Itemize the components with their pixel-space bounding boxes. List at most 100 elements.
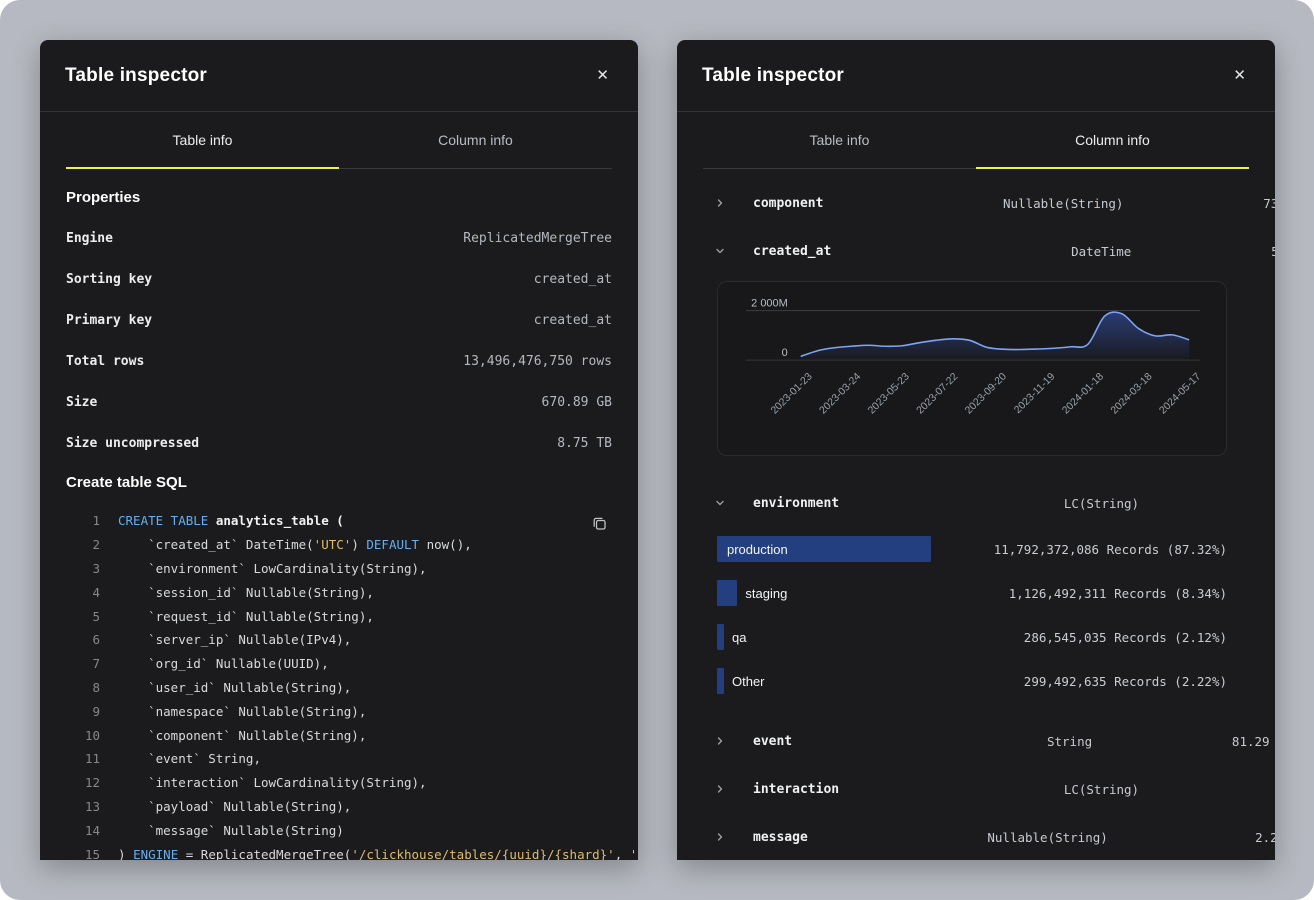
chevron-right-icon [715, 736, 725, 746]
close-button[interactable]: ✕ [1229, 64, 1250, 87]
property-value: created_at [534, 272, 612, 287]
property-value: created_at [534, 313, 612, 328]
tab-table-info[interactable]: Table info [703, 112, 976, 169]
sql-line: 5 `request_id` Nullable(String), [66, 604, 612, 628]
column-row-environment[interactable]: environmentLC(String)13.54 GB [703, 479, 1249, 527]
line-number: 3 [66, 561, 100, 576]
value-label: production [727, 542, 788, 557]
line-number: 7 [66, 656, 100, 671]
sql-code-block: 1CREATE TABLE analytics_table (2 `create… [66, 503, 612, 860]
column-name: interaction [741, 782, 839, 797]
column-name: message [741, 830, 808, 845]
dialog-header: Table inspector ✕ [40, 40, 638, 112]
chevron-down-icon [715, 246, 725, 256]
column-row-component[interactable]: componentNullable(String)73.44 GB [703, 179, 1249, 227]
value-records: 299,492,635 Records (2.22%) [1024, 674, 1227, 689]
sql-line: 8 `user_id` Nullable(String), [66, 676, 612, 700]
x-tick-label: 2023-01-23 [769, 371, 815, 416]
line-number: 4 [66, 585, 100, 600]
line-number: 8 [66, 680, 100, 695]
sql-line: 12 `interaction` LowCardinality(String), [66, 771, 612, 795]
svg-text:0: 0 [782, 347, 788, 359]
line-number: 6 [66, 632, 100, 647]
copy-sql-button[interactable] [589, 513, 610, 537]
column-name: environment [741, 496, 839, 511]
close-button[interactable]: ✕ [592, 64, 613, 87]
x-tick-label: 2023-05-23 [866, 371, 912, 416]
column-size: 2.22 TB [1108, 830, 1275, 845]
line-number: 15 [66, 847, 100, 860]
table-inspector-dialog-table-info: Table inspector ✕ Table infoColumn info … [40, 40, 638, 860]
column-row-interaction[interactable]: interactionLC(String)15.17 GB [703, 765, 1249, 813]
environment-top-values: production11,792,372,086 Records (87.32%… [703, 527, 1249, 703]
value-bar [717, 668, 724, 694]
column-type: LC(String) [839, 496, 1139, 511]
line-number: 2 [66, 537, 100, 552]
column-row-created_at[interactable]: created_atDateTime53.97 GB [703, 227, 1249, 275]
sql-lines: 1CREATE TABLE analytics_table (2 `create… [66, 509, 612, 860]
line-number: 9 [66, 704, 100, 719]
svg-text:2 000M: 2 000M [751, 298, 788, 310]
property-row: Total rows13,496,476,750 rows [66, 341, 612, 382]
line-number: 10 [66, 728, 100, 743]
tab-column-info[interactable]: Column info [976, 112, 1249, 169]
line-number: 13 [66, 799, 100, 814]
property-value: 670.89 GB [542, 395, 612, 410]
dialog-header: Table inspector ✕ [677, 40, 1275, 112]
properties-heading: Properties [66, 189, 612, 206]
property-row: EngineReplicatedMergeTree [66, 218, 612, 259]
x-tick-label: 2024-05-17 [1158, 371, 1204, 416]
property-label: Size uncompressed [66, 436, 199, 451]
columns-list: componentNullable(String)73.44 GBcreated… [703, 179, 1249, 860]
sql-line: 7 `org_id` Nullable(UUID), [66, 652, 612, 676]
chevron-right-icon [715, 784, 725, 794]
chevron-right-icon [715, 198, 725, 208]
column-type: DateTime [831, 244, 1131, 259]
column-type: Nullable(String) [808, 830, 1108, 845]
column-size: 73.44 GB [1123, 196, 1275, 211]
property-value: ReplicatedMergeTree [463, 231, 612, 246]
column-name: event [741, 734, 792, 749]
line-number: 14 [66, 823, 100, 838]
property-row: Sorting key created_at [66, 259, 612, 300]
property-row: Size 670.89 GB [66, 382, 612, 423]
line-number: 1 [66, 513, 100, 528]
x-tick-label: 2023-07-22 [915, 371, 961, 416]
column-row-event[interactable]: eventString81.29 GB [703, 717, 1249, 765]
x-tick-label: 2023-03-24 [818, 371, 864, 416]
tab-bar: Table infoColumn info [40, 112, 638, 169]
column-distribution-chart-block: 2 000M02023-01-232023-03-242023-05-23202… [717, 281, 1227, 456]
column-info-content: componentNullable(String)73.44 GBcreated… [677, 169, 1275, 860]
x-tick-label: 2024-03-18 [1109, 371, 1155, 416]
screen: Table inspector ✕ Table infoColumn info … [0, 0, 1314, 900]
sql-line: 14 `message` Nullable(String) [66, 818, 612, 842]
value-bar-row-production: production11,792,372,086 Records (87.32%… [703, 527, 1249, 571]
create-table-sql-heading: Create table SQL [66, 474, 612, 491]
column-name: created_at [741, 244, 831, 259]
value-records: 1,126,492,311 Records (8.34%) [1009, 586, 1227, 601]
sql-line: 3 `environment` LowCardinality(String), [66, 557, 612, 581]
sql-line: 13 `payload` Nullable(String), [66, 795, 612, 819]
chevron-right-icon [715, 832, 725, 842]
tab-table-info[interactable]: Table info [66, 112, 339, 169]
created-at-distribution-chart: 2 000M02023-01-232023-03-242023-05-23202… [718, 282, 1226, 455]
sql-line: 1CREATE TABLE analytics_table ( [66, 509, 612, 533]
property-row: Primary keycreated_at [66, 300, 612, 341]
sql-line: 10 `component` Nullable(String), [66, 723, 612, 747]
property-label: Total rows [66, 354, 144, 369]
property-value: 8.75 TB [557, 436, 612, 451]
property-label: Sorting key [66, 272, 152, 287]
value-bar-row-staging: staging 1,126,492,311 Records (8.34%) [703, 571, 1249, 615]
value-bar [717, 580, 737, 606]
value-label: Other [732, 674, 765, 689]
tab-column-info[interactable]: Column info [339, 112, 612, 169]
column-row-message[interactable]: messageNullable(String)2.22 TB [703, 813, 1249, 860]
column-name: component [741, 196, 823, 211]
x-tick-label: 2023-11-19 [1013, 371, 1058, 416]
dialog-title: Table inspector [65, 65, 207, 87]
value-bar [717, 624, 724, 650]
sql-line: 9 `namespace` Nullable(String), [66, 699, 612, 723]
property-label: Size [66, 395, 97, 410]
copy-icon [591, 515, 608, 532]
value-label: staging [745, 586, 787, 601]
